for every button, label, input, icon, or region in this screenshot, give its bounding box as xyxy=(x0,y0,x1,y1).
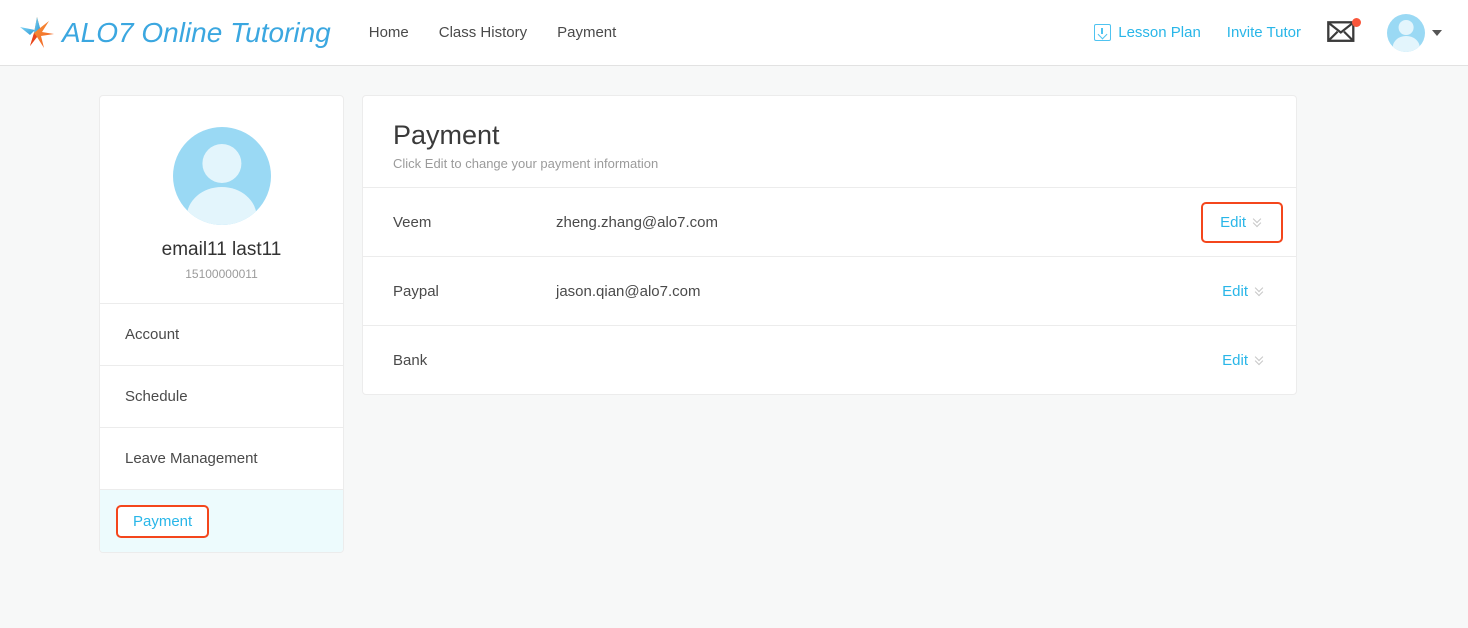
user-menu-button[interactable] xyxy=(1387,13,1442,52)
sidebar-item-payment[interactable]: Payment xyxy=(100,490,343,552)
page-title: Payment xyxy=(393,120,500,150)
edit-button-paypal[interactable]: Edit xyxy=(1222,283,1266,300)
nav-item-class-history[interactable]: Class History xyxy=(439,24,527,41)
payment-method-name: Paypal xyxy=(393,282,439,300)
page-content: email11 last11 15100000011 Account Sched… xyxy=(0,66,1468,553)
edit-button-veem[interactable]: Edit xyxy=(1201,201,1283,243)
payment-method-value: jason.qian@alo7.com xyxy=(556,282,701,300)
chevron-double-down-icon xyxy=(1254,283,1266,297)
table-row: Paypal jason.qian@alo7.com Edit xyxy=(363,256,1296,325)
main-nav: Home Class History Payment xyxy=(369,24,617,41)
profile-phone: 15100000011 xyxy=(185,267,258,281)
edit-cell: Edit xyxy=(1222,283,1266,300)
sidebar-item-leave-management[interactable]: Leave Management xyxy=(100,428,343,490)
edit-label: Edit xyxy=(1222,282,1248,300)
sidebar-item-label: Payment xyxy=(116,504,210,538)
invite-tutor-button[interactable]: Invite Tutor xyxy=(1227,24,1301,41)
brand-name: ALO7 Online Tutoring xyxy=(62,16,331,48)
invite-tutor-label: Invite Tutor xyxy=(1226,24,1301,41)
edit-label: Edit xyxy=(1220,213,1246,231)
nav-item-home[interactable]: Home xyxy=(369,24,409,41)
profile-sidebar: email11 last11 15100000011 Account Sched… xyxy=(99,95,344,553)
payment-method-name: Bank xyxy=(393,351,428,369)
notification-dot-icon xyxy=(1352,17,1361,27)
table-row: Veem zheng.zhang@alo7.com Edit xyxy=(363,187,1296,256)
profile-name: email11 last11 xyxy=(161,239,282,260)
sidebar-item-account[interactable]: Account xyxy=(100,304,343,366)
lesson-plan-button[interactable]: Lesson Plan xyxy=(1094,24,1201,41)
payment-method-value: zheng.zhang@alo7.com xyxy=(556,213,718,231)
messages-button[interactable] xyxy=(1327,17,1361,46)
brand-logo[interactable]: ALO7 Online Tutoring xyxy=(18,14,331,52)
sidebar-item-label: Schedule xyxy=(125,388,188,405)
alo7-star-arrow-logo-icon xyxy=(18,14,58,52)
caret-down-icon xyxy=(1432,29,1442,36)
chevron-double-down-icon xyxy=(1254,352,1266,366)
lesson-plan-label: Lesson Plan xyxy=(1118,24,1201,41)
top-header: ALO7 Online Tutoring Home Class History … xyxy=(0,0,1468,66)
profile-summary: email11 last11 15100000011 xyxy=(100,96,343,304)
profile-avatar xyxy=(172,127,271,225)
sidebar-item-label: Leave Management xyxy=(125,450,258,467)
header-actions: Lesson Plan Invite Tutor xyxy=(1094,13,1442,52)
avatar xyxy=(1387,13,1425,52)
edit-cell: Edit xyxy=(1222,352,1266,369)
payment-card: Payment Click Edit to change your paymen… xyxy=(362,95,1297,396)
table-row: Bank Edit xyxy=(363,325,1296,394)
sidebar-item-schedule[interactable]: Schedule xyxy=(100,366,343,428)
nav-item-payment[interactable]: Payment xyxy=(557,24,616,41)
edit-button-bank[interactable]: Edit xyxy=(1222,352,1266,369)
edit-cell: Edit xyxy=(1201,201,1283,243)
edit-label: Edit xyxy=(1222,351,1248,369)
sidebar-item-label: Account xyxy=(125,326,180,343)
download-box-icon xyxy=(1094,24,1112,41)
payment-card-header: Payment Click Edit to change your paymen… xyxy=(363,96,1296,187)
payment-method-name: Veem xyxy=(393,213,432,231)
chevron-double-down-icon xyxy=(1252,214,1264,228)
page-subtitle: Click Edit to change your payment inform… xyxy=(393,156,659,172)
